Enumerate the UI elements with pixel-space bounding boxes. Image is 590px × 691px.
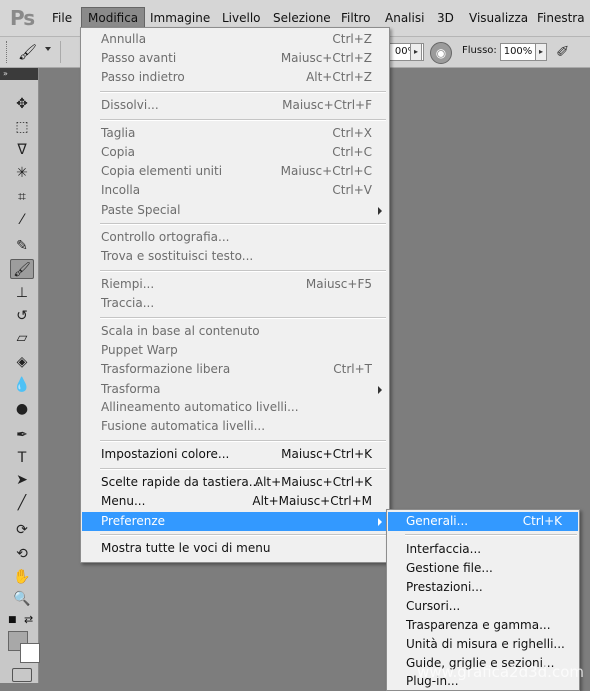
submenu-item-generali[interactable]: Generali... Ctrl+K [388, 512, 578, 531]
menu-separator [100, 119, 386, 121]
brush-tool-icon[interactable]: 🖌 [10, 259, 34, 279]
menu-separator [100, 468, 386, 470]
menu-item-incolla[interactable]: Incolla Ctrl+V [82, 181, 388, 200]
menu-item-menu[interactable]: Menu... Alt+Maiusc+Ctrl+M [82, 492, 388, 511]
menu-item-copia-elementi-uniti[interactable]: Copia elementi uniti Maiusc+Ctrl+C [82, 162, 388, 181]
menu-item-mostra-voci-menu[interactable]: Mostra tutte le voci di menu [82, 539, 388, 558]
quick-select-tool-icon[interactable]: ✳ [10, 163, 34, 183]
flow-label: Flusso: [462, 45, 497, 56]
flow-field[interactable]: 100% [500, 43, 536, 61]
history-brush-tool-icon[interactable]: ↺ [10, 306, 34, 326]
background-color-swatch[interactable] [20, 643, 40, 663]
pen-tool-icon[interactable]: ✒ [10, 425, 34, 445]
tools-panel-header[interactable]: » [0, 68, 38, 80]
menu-item-preferenze[interactable]: Preferenze [82, 512, 388, 531]
menu-separator [100, 270, 386, 272]
menu-item-impostazioni-colore[interactable]: Impostazioni colore... Maiusc+Ctrl+K [82, 445, 388, 464]
menu-separator [100, 440, 386, 442]
menu-item-trasforma[interactable]: Trasforma [82, 380, 388, 399]
menu-separator [100, 223, 386, 225]
menu-item-trova-sostituisci[interactable]: Trova e sostituisci testo... [82, 247, 388, 266]
edit-menu-dropdown: Annulla Ctrl+Z Passo avanti Maiusc+Ctrl+Z … [80, 27, 390, 563]
menu-item-fusione-livelli[interactable]: Fusione automatica livelli... [82, 417, 388, 436]
menu-item-paste-special[interactable]: Paste Special [82, 201, 388, 220]
menu-finestra[interactable]: Finestra [531, 8, 590, 28]
eyedropper-tool-icon[interactable]: ⁄ [10, 210, 34, 230]
pressure-opacity-icon[interactable]: ◉ [430, 42, 452, 64]
menu-separator [100, 534, 386, 536]
menu-item-traccia[interactable]: Traccia... [82, 294, 388, 313]
crop-tool-icon[interactable]: ⌗ [10, 187, 34, 207]
menu-livello[interactable]: Livello [216, 8, 267, 28]
menu-visualizza[interactable]: Visualizza [463, 8, 534, 28]
type-tool-icon[interactable]: T [10, 448, 34, 468]
lasso-tool-icon[interactable]: ᐁ [10, 140, 34, 160]
brush-preset-icon[interactable]: 🖌 [18, 43, 37, 61]
line-tool-icon[interactable]: ╱ [10, 493, 34, 513]
submenu-item-trasparenza-gamma[interactable]: Trasparenza e gamma... [388, 616, 578, 635]
menu-selezione[interactable]: Selezione [267, 8, 337, 28]
dodge-tool-icon[interactable]: ● [10, 399, 34, 419]
quick-mask-icon[interactable] [12, 668, 32, 682]
menu-3d[interactable]: 3D [431, 8, 460, 28]
submenu-item-interfaccia[interactable]: Interfaccia... [388, 540, 578, 559]
menu-immagine[interactable]: Immagine [144, 8, 216, 28]
menu-item-controllo-ortografia[interactable]: Controllo ortografia... [82, 228, 388, 247]
menu-item-riempi[interactable]: Riempi... Maiusc+F5 [82, 275, 388, 294]
opacity-arrow-button[interactable]: ▸ [410, 43, 422, 61]
submenu-item-prestazioni[interactable]: Prestazioni... [388, 578, 578, 597]
default-colors-icon[interactable]: ■ [8, 615, 17, 625]
swap-colors-icon[interactable]: ⇄ [24, 613, 33, 626]
airbrush-icon[interactable]: ✐ [556, 42, 569, 61]
menu-separator [100, 317, 386, 319]
zoom-tool-icon[interactable]: 🔍 [10, 589, 34, 609]
menu-item-dissolvi[interactable]: Dissolvi... Maiusc+Ctrl+F [82, 96, 388, 115]
menu-item-copia[interactable]: Copia Ctrl+C [82, 143, 388, 162]
menu-separator [100, 91, 386, 93]
menu-item-scala-contenuto[interactable]: Scala in base al contenuto [82, 322, 388, 341]
blur-tool-icon[interactable]: 💧 [10, 375, 34, 395]
options-grip [6, 41, 10, 63]
watermark: www.grafica2d3d.com [417, 663, 584, 681]
submenu-arrow-icon [378, 207, 382, 215]
paint-bucket-tool-icon[interactable]: ◈ [10, 352, 34, 372]
chevron-down-icon[interactable] [45, 47, 51, 51]
submenu-item-cursori[interactable]: Cursori... [388, 597, 578, 616]
menu-item-passo-indietro[interactable]: Passo indietro Alt+Ctrl+Z [82, 68, 388, 87]
photoshop-logo: Ps [10, 6, 35, 30]
flow-arrow-button[interactable]: ▸ [535, 43, 547, 61]
hand-tool-icon[interactable]: ✋ [10, 567, 34, 587]
submenu-arrow-icon [378, 518, 382, 526]
menu-file[interactable]: File [46, 8, 78, 28]
3d-orbit-tool-icon[interactable]: ⟲ [10, 544, 34, 564]
menu-item-passo-avanti[interactable]: Passo avanti Maiusc+Ctrl+Z [82, 49, 388, 68]
menu-item-trasformazione-libera[interactable]: Trasformazione libera Ctrl+T [82, 360, 388, 379]
submenu-item-unita-misura[interactable]: Unità di misura e righelli... [388, 635, 578, 654]
menu-item-scelte-rapide[interactable]: Scelte rapide da tastiera... Alt+Maiusc+C… [82, 473, 388, 492]
healing-brush-tool-icon[interactable]: ✎ [10, 236, 34, 256]
eraser-tool-icon[interactable]: ▱ [10, 328, 34, 348]
menu-separator [405, 534, 577, 536]
marquee-tool-icon[interactable]: ⬚ [10, 117, 34, 137]
menu-item-allineamento-livelli[interactable]: Allineamento automatico livelli... [82, 398, 388, 417]
menu-item-annulla[interactable]: Annulla Ctrl+Z [82, 30, 388, 49]
menu-analisi[interactable]: Analisi [379, 8, 430, 28]
path-selection-tool-icon[interactable]: ➤ [10, 470, 34, 490]
submenu-arrow-icon [378, 386, 382, 394]
menu-filtro[interactable]: Filtro [335, 8, 376, 28]
move-tool-icon[interactable]: ✥ [10, 94, 34, 114]
divider [60, 41, 61, 63]
menu-item-puppet-warp[interactable]: Puppet Warp [82, 341, 388, 360]
menu-item-taglia[interactable]: Taglia Ctrl+X [82, 124, 388, 143]
3d-rotate-tool-icon[interactable]: ⟳ [10, 520, 34, 540]
clone-stamp-tool-icon[interactable]: ⊥ [10, 283, 34, 303]
submenu-item-gestione-file[interactable]: Gestione file... [388, 559, 578, 578]
menu-modifica[interactable]: Modifica [81, 7, 146, 29]
tools-panel: » ✥ ⬚ ᐁ ✳ ⌗ ⁄ ✎ 🖌 ⊥ ↺ ▱ ◈ 💧 ● ✒ T ➤ ╱ ⟳ … [0, 68, 40, 683]
